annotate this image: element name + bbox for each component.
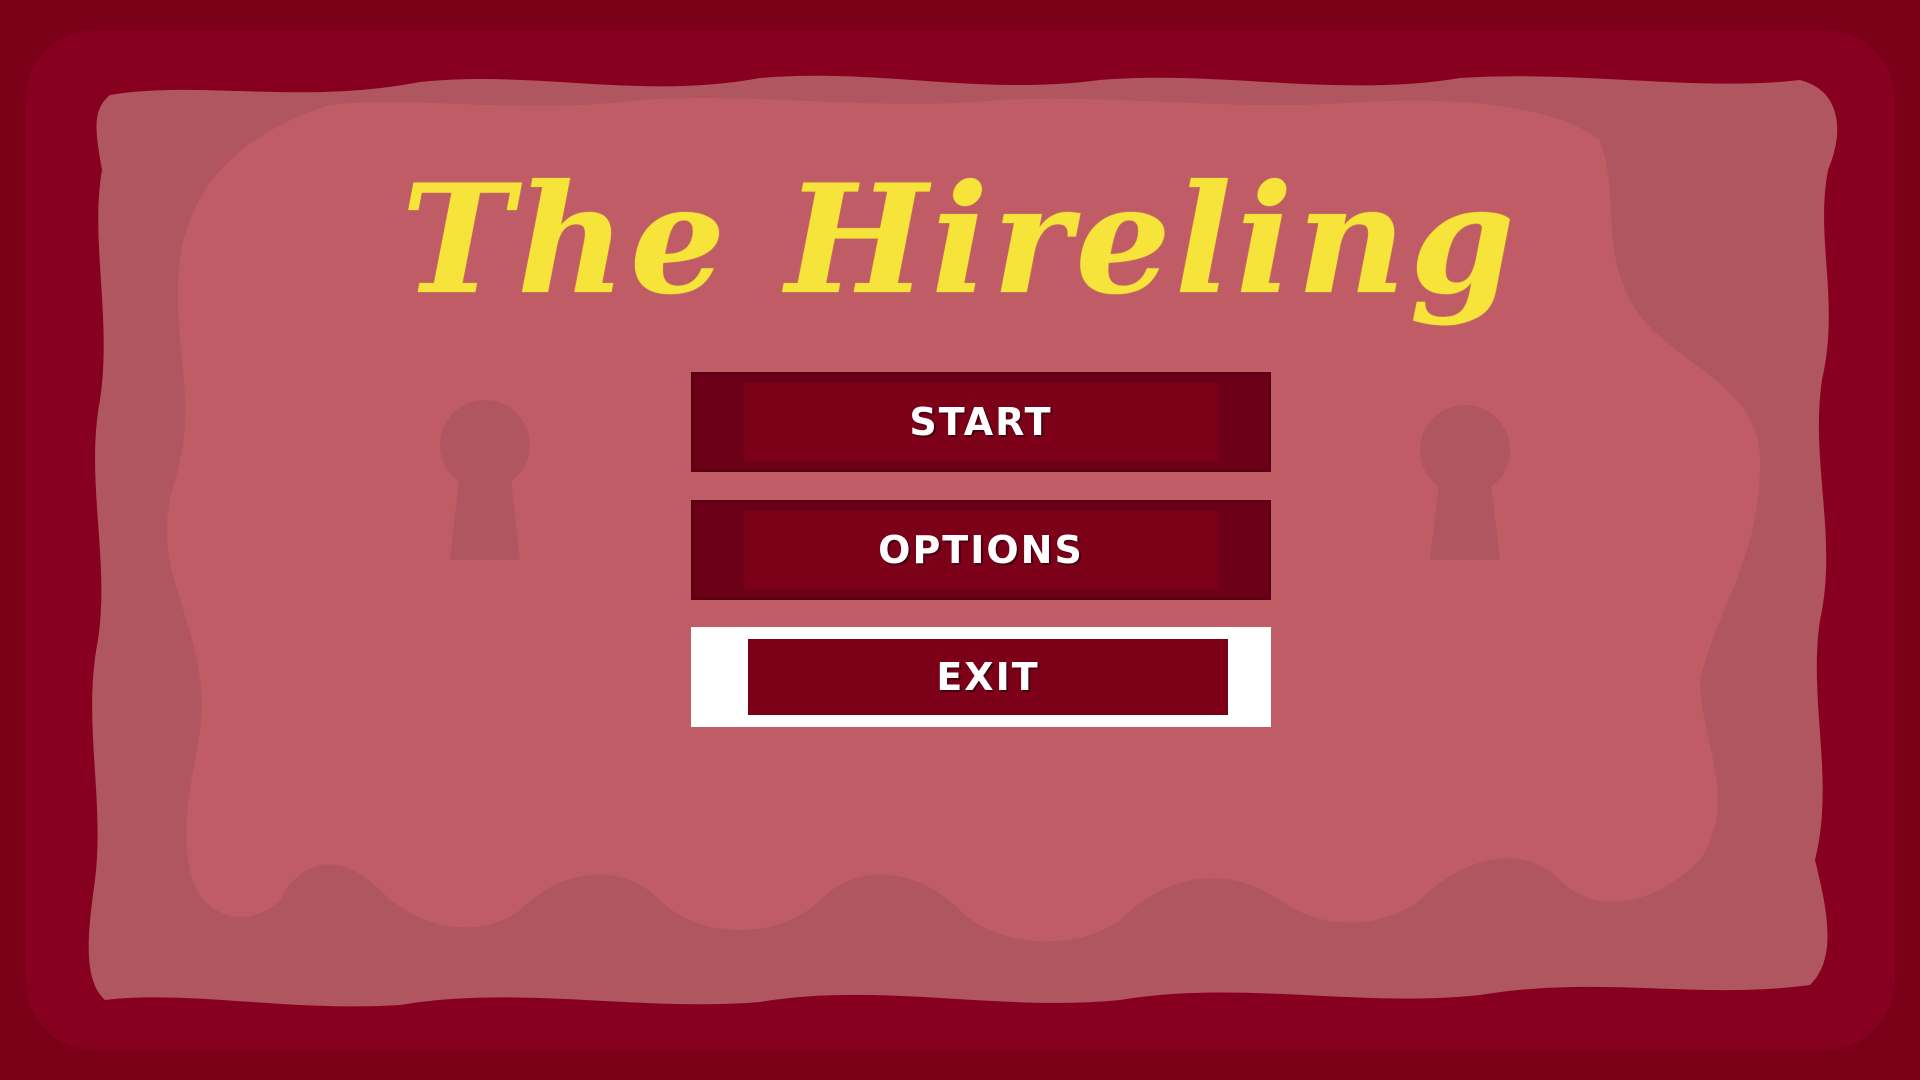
exit-button[interactable]: EXIT <box>691 627 1271 727</box>
start-button[interactable]: START <box>691 372 1271 472</box>
exit-button-label: EXIT <box>936 655 1040 699</box>
start-button-label: START <box>909 400 1053 444</box>
options-button[interactable]: OPTIONS <box>691 500 1271 600</box>
options-button-face: OPTIONS <box>744 511 1218 589</box>
options-button-label: OPTIONS <box>878 528 1084 572</box>
game-title: The Hireling <box>401 152 1519 328</box>
exit-button-face: EXIT <box>748 639 1228 715</box>
start-button-face: START <box>744 383 1218 461</box>
